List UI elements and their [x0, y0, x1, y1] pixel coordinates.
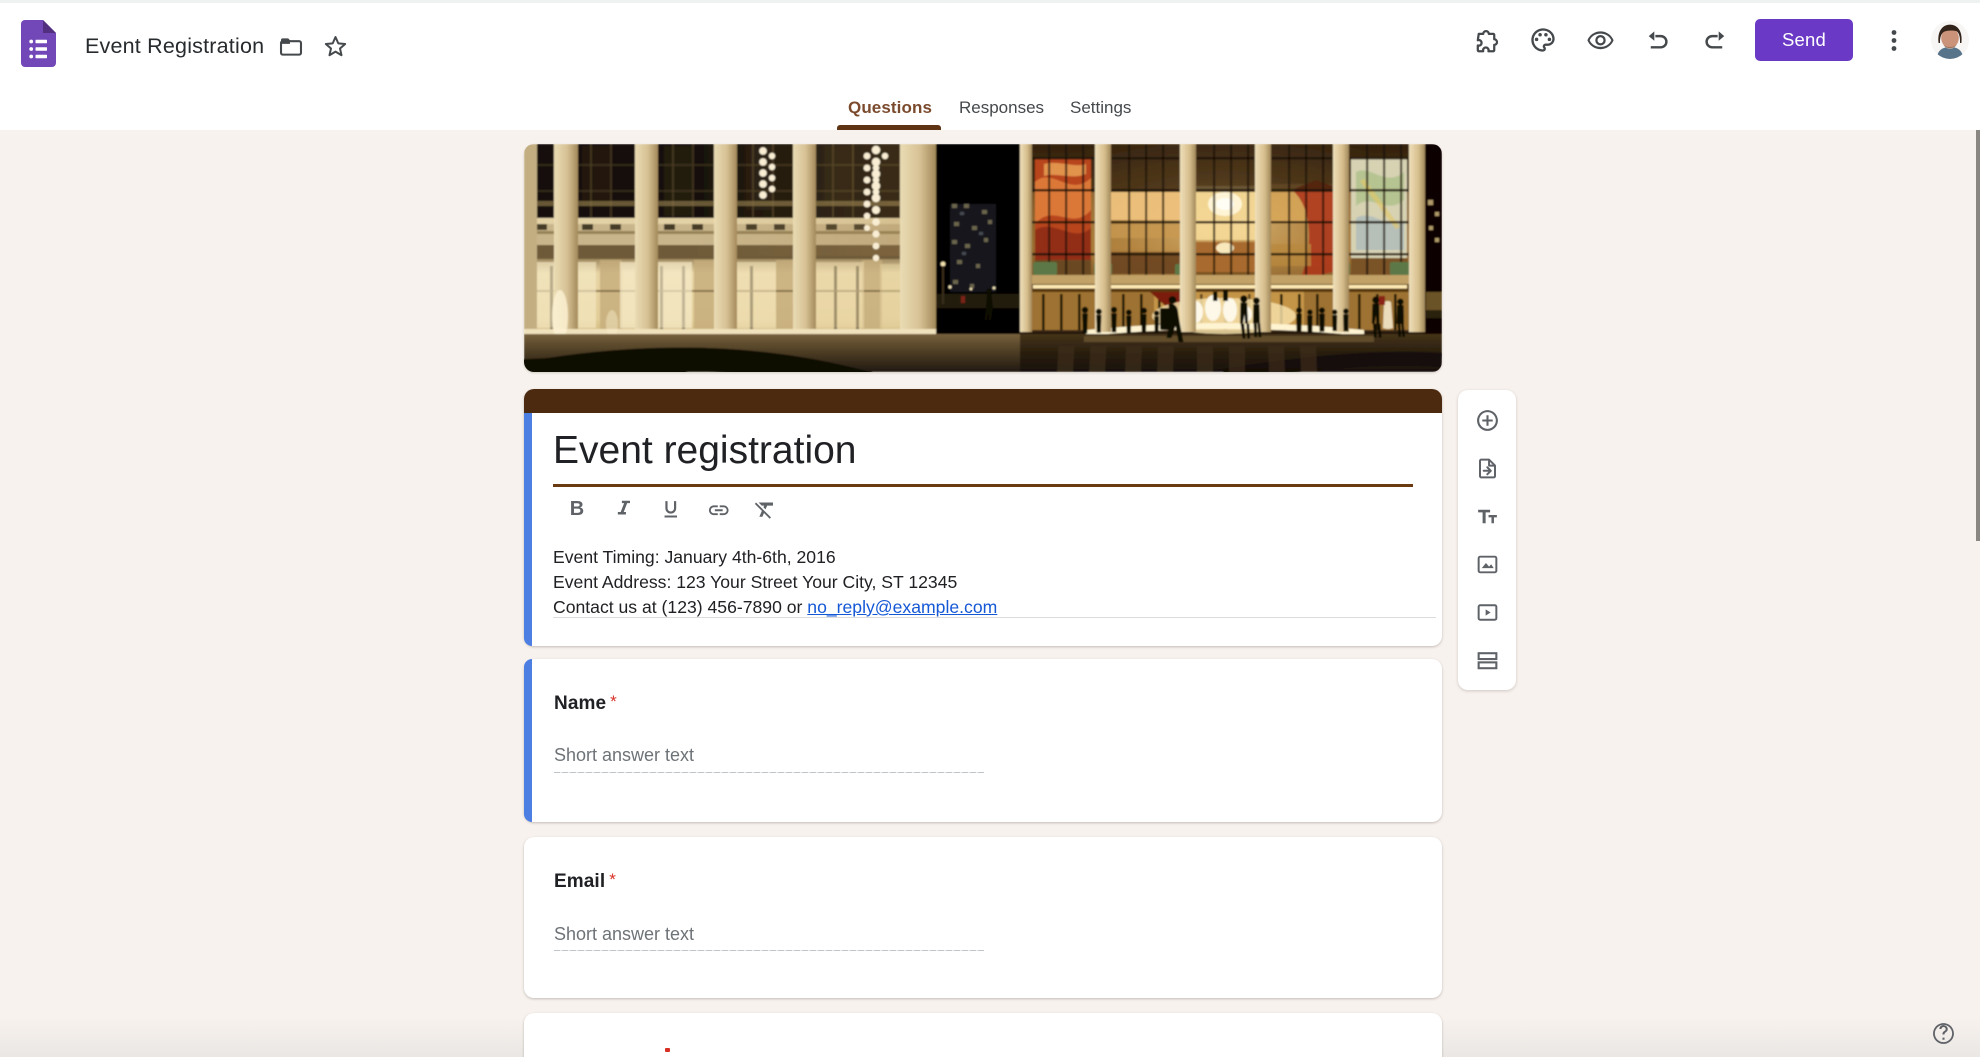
svg-text:B: B [570, 498, 584, 520]
